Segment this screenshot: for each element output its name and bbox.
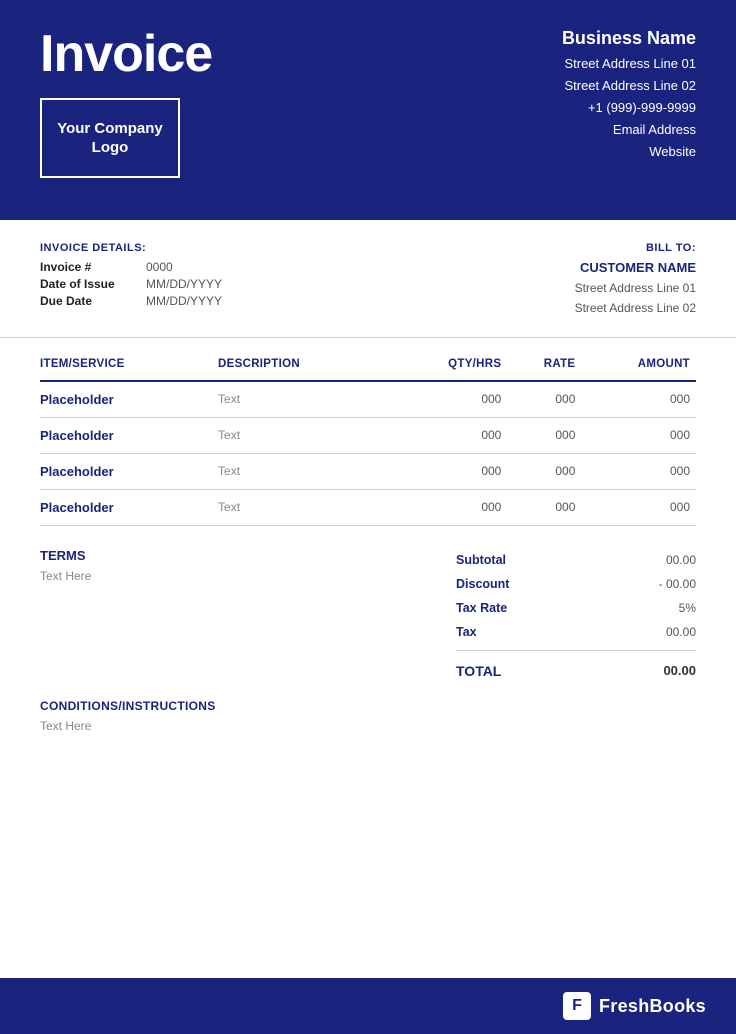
row1-qty: 000 xyxy=(391,381,507,418)
bill-to-label: BILL TO: xyxy=(575,242,696,254)
logo-text: Your Company Logo xyxy=(42,119,178,158)
conditions-text: Text Here xyxy=(40,719,696,733)
taxrate-row: Tax Rate 5% xyxy=(456,596,696,620)
invoice-number-row: Invoice # 0000 xyxy=(40,260,222,274)
customer-name: CUSTOMER NAME xyxy=(575,260,696,275)
row3-desc: Text xyxy=(218,453,391,489)
business-name: Business Name xyxy=(562,28,696,49)
business-phone: +1 (999)-999-9999 xyxy=(562,97,696,119)
business-address2: Street Address Line 02 xyxy=(562,75,696,97)
row2-desc: Text xyxy=(218,417,391,453)
business-email: Email Address xyxy=(562,119,696,141)
taxrate-label: Tax Rate xyxy=(456,601,507,615)
col-amount: AMOUNT xyxy=(581,348,696,381)
totals-divider xyxy=(456,650,696,651)
table-row: Placeholder Text 000 000 000 xyxy=(40,381,696,418)
discount-label: Discount xyxy=(456,577,509,591)
row2-rate: 000 xyxy=(507,417,581,453)
logo-box: Your Company Logo xyxy=(40,98,180,178)
conditions-label: CONDITIONS/INSTRUCTIONS xyxy=(40,699,696,713)
date-issue-label: Date of Issue xyxy=(40,277,130,291)
row1-item: Placeholder xyxy=(40,381,218,418)
items-table: ITEM/SERVICE DESCRIPTION QTY/HRS RATE AM… xyxy=(40,348,696,526)
row2-item: Placeholder xyxy=(40,417,218,453)
terms-text: Text Here xyxy=(40,569,456,583)
freshbooks-text: FreshBooks xyxy=(599,996,706,1017)
freshbooks-icon: F xyxy=(563,992,591,1020)
row1-amount: 000 xyxy=(581,381,696,418)
invoice-details: INVOICE DETAILS: Invoice # 0000 Date of … xyxy=(40,242,222,319)
row4-desc: Text xyxy=(218,489,391,525)
col-item: ITEM/SERVICE xyxy=(40,348,218,381)
table-header-row: ITEM/SERVICE DESCRIPTION QTY/HRS RATE AM… xyxy=(40,348,696,381)
invoice-number-value: 0000 xyxy=(146,260,173,274)
row3-amount: 000 xyxy=(581,453,696,489)
col-rate: RATE xyxy=(507,348,581,381)
row3-rate: 000 xyxy=(507,453,581,489)
bill-address1: Street Address Line 01 xyxy=(575,278,696,298)
business-address1: Street Address Line 01 xyxy=(562,53,696,75)
business-website: Website xyxy=(562,141,696,163)
due-date-value: MM/DD/YYYY xyxy=(146,294,222,308)
terms-label: TERMS xyxy=(40,548,456,563)
total-value: 00.00 xyxy=(663,663,696,679)
row4-rate: 000 xyxy=(507,489,581,525)
subtotal-label: Subtotal xyxy=(456,553,506,567)
header-left: Invoice Your Company Logo xyxy=(40,28,212,178)
row3-qty: 000 xyxy=(391,453,507,489)
col-desc: DESCRIPTION xyxy=(218,348,391,381)
header: Invoice Your Company Logo Business Name … xyxy=(0,0,736,220)
due-date-label: Due Date xyxy=(40,294,130,308)
table-section: ITEM/SERVICE DESCRIPTION QTY/HRS RATE AM… xyxy=(0,338,736,526)
totals-section: Subtotal 00.00 Discount - 00.00 Tax Rate… xyxy=(456,548,696,679)
terms-section: TERMS Text Here xyxy=(40,548,456,583)
date-issue-row: Date of Issue MM/DD/YYYY xyxy=(40,277,222,291)
invoice-details-label: INVOICE DETAILS: xyxy=(40,242,222,254)
table-row: Placeholder Text 000 000 000 xyxy=(40,489,696,525)
tax-row: Tax 00.00 xyxy=(456,620,696,644)
header-right: Business Name Street Address Line 01 Str… xyxy=(562,28,696,163)
col-qty: QTY/HRS xyxy=(391,348,507,381)
bill-address2: Street Address Line 02 xyxy=(575,298,696,318)
subtotal-row: Subtotal 00.00 xyxy=(456,548,696,572)
tax-value: 00.00 xyxy=(666,625,696,639)
date-issue-value: MM/DD/YYYY xyxy=(146,277,222,291)
total-row: TOTAL 00.00 xyxy=(456,657,696,679)
row4-item: Placeholder xyxy=(40,489,218,525)
tax-label: Tax xyxy=(456,625,477,639)
info-section: INVOICE DETAILS: Invoice # 0000 Date of … xyxy=(0,220,736,338)
due-date-row: Due Date MM/DD/YYYY xyxy=(40,294,222,308)
discount-value: - 00.00 xyxy=(659,577,696,591)
row3-item: Placeholder xyxy=(40,453,218,489)
table-row: Placeholder Text 000 000 000 xyxy=(40,453,696,489)
row1-rate: 000 xyxy=(507,381,581,418)
bill-to: BILL TO: CUSTOMER NAME Street Address Li… xyxy=(575,242,696,319)
row1-desc: Text xyxy=(218,381,391,418)
row2-qty: 000 xyxy=(391,417,507,453)
subtotal-value: 00.00 xyxy=(666,553,696,567)
invoice-title: Invoice xyxy=(40,28,212,80)
row4-qty: 000 xyxy=(391,489,507,525)
bottom-section: TERMS Text Here Subtotal 00.00 Discount … xyxy=(0,526,736,699)
discount-row: Discount - 00.00 xyxy=(456,572,696,596)
row4-amount: 000 xyxy=(581,489,696,525)
invoice-number-label: Invoice # xyxy=(40,260,130,274)
footer: F FreshBooks xyxy=(0,978,736,1034)
freshbooks-logo: F FreshBooks xyxy=(563,992,706,1020)
conditions-section: CONDITIONS/INSTRUCTIONS Text Here xyxy=(0,699,736,763)
taxrate-value: 5% xyxy=(679,601,696,615)
total-label: TOTAL xyxy=(456,663,501,679)
table-row: Placeholder Text 000 000 000 xyxy=(40,417,696,453)
row2-amount: 000 xyxy=(581,417,696,453)
